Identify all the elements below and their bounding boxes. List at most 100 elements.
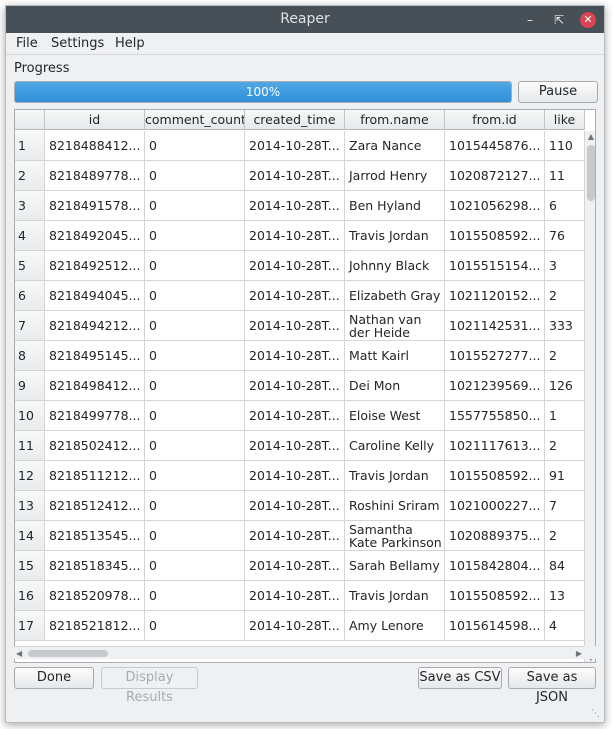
done-button[interactable]: Done [14, 667, 94, 689]
resize-grip-icon[interactable]: ⋱ [591, 709, 600, 719]
table-row[interactable]: 14 8218513545... 0 2014-10-28T... Samantha K… [15, 521, 585, 551]
table-cell: 1021142531... [445, 311, 545, 341]
row-number[interactable]: 4 [15, 221, 45, 251]
table-cell: 0 [145, 131, 245, 161]
table-cell: 333 [545, 311, 585, 341]
row-number[interactable]: 2 [15, 161, 45, 191]
minimize-icon[interactable]: – [522, 12, 538, 28]
table-row[interactable]: 10 8218499778... 0 2014-10-28T... Eloise Wes… [15, 401, 585, 431]
table-cell: Travis Jordan [345, 461, 445, 491]
row-number[interactable]: 5 [15, 251, 45, 281]
vertical-scrollbar[interactable]: ▲ ▼ [584, 131, 595, 662]
table-row[interactable]: 3 8218491578... 0 2014-10-28T... Ben Hyland 1… [15, 191, 585, 221]
menu-settings[interactable]: Settings [51, 36, 104, 51]
table-row[interactable]: 7 8218494212... 0 2014-10-28T... Nathan van … [15, 311, 585, 341]
table-cell: 11 [545, 161, 585, 191]
table-row[interactable]: 2 8218489778... 0 2014-10-28T... Jarrod Henr… [15, 161, 585, 191]
table-cell: 0 [145, 191, 245, 221]
restore-icon[interactable]: ⇱ [551, 12, 567, 28]
vertical-scroll-thumb[interactable] [587, 145, 595, 201]
table-row[interactable]: 16 8218520978... 0 2014-10-28T... Travis Jor… [15, 581, 585, 611]
scroll-right-icon[interactable]: ▶ [576, 647, 582, 660]
table-row[interactable]: 11 8218502412... 0 2014-10-28T... Caroline K… [15, 431, 585, 461]
table-cell: 2014-10-28T... [245, 491, 345, 521]
horizontal-scroll-thumb[interactable] [28, 650, 108, 657]
table-cell: 1015527277... [445, 341, 545, 371]
table-cell: 0 [145, 281, 245, 311]
table-cell: 8218520978... [45, 581, 145, 611]
results-table[interactable]: id comment_count created_time from.name from… [14, 109, 596, 663]
column-header[interactable]: comment_count [145, 110, 245, 130]
table-row[interactable]: 6 8218494045... 0 2014-10-28T... Elizabeth G… [15, 281, 585, 311]
table-cell: 8218491578... [45, 191, 145, 221]
table-cell: 84 [545, 551, 585, 581]
row-number[interactable]: 11 [15, 431, 45, 461]
row-number[interactable]: 13 [15, 491, 45, 521]
table-cell: 1021000227... [445, 491, 545, 521]
table-cell: 2014-10-28T... [245, 581, 345, 611]
row-number[interactable]: 9 [15, 371, 45, 401]
table-row[interactable]: 15 8218518345... 0 2014-10-28T... Sarah Bell… [15, 551, 585, 581]
row-number[interactable]: 1 [15, 131, 45, 161]
table-cell: 0 [145, 161, 245, 191]
table-row[interactable]: 1 8218488412... 0 2014-10-28T... Zara Nance 1… [15, 131, 585, 161]
table-cell: 8218492512... [45, 251, 145, 281]
table-cell: Nathan van der Heide [345, 311, 445, 341]
column-header[interactable]: from.id [445, 110, 545, 130]
row-number[interactable]: 8 [15, 341, 45, 371]
header-corner [15, 110, 45, 130]
row-number[interactable]: 15 [15, 551, 45, 581]
table-cell: 0 [145, 401, 245, 431]
table-cell: Travis Jordan [345, 581, 445, 611]
table-cell: 8218512412... [45, 491, 145, 521]
table-row[interactable]: 13 8218512412... 0 2014-10-28T... Roshini Sr… [15, 491, 585, 521]
table-cell: 0 [145, 551, 245, 581]
column-header[interactable]: from.name [345, 110, 445, 130]
column-header[interactable]: like [545, 110, 585, 130]
pause-button[interactable]: Pause [518, 81, 598, 103]
table-cell: 8218502412... [45, 431, 145, 461]
table-cell: 2 [545, 341, 585, 371]
table-cell: 2014-10-28T... [245, 401, 345, 431]
row-number[interactable]: 10 [15, 401, 45, 431]
display-results-button[interactable]: Display Results [101, 667, 198, 705]
close-icon[interactable]: ✕ [580, 12, 596, 28]
table-cell: Caroline Kelly [345, 431, 445, 461]
table-cell: 2014-10-28T... [245, 221, 345, 251]
table-row[interactable]: 8 8218495145... 0 2014-10-28T... Matt Kairl 1… [15, 341, 585, 371]
row-number[interactable]: 12 [15, 461, 45, 491]
table-cell: 1015614598... [445, 611, 545, 641]
table-cell: 13 [545, 581, 585, 611]
table-cell: Johnny Black [345, 251, 445, 281]
table-cell: 1020889375... [445, 521, 545, 551]
table-cell: 2014-10-28T... [245, 371, 345, 401]
table-cell: 0 [145, 221, 245, 251]
row-number[interactable]: 16 [15, 581, 45, 611]
table-row[interactable]: 5 8218492512... 0 2014-10-28T... Johnny Blac… [15, 251, 585, 281]
table-cell: Dei Mon [345, 371, 445, 401]
row-number[interactable]: 7 [15, 311, 45, 341]
menu-file[interactable]: File [16, 36, 38, 51]
menu-help[interactable]: Help [115, 36, 145, 51]
column-header[interactable]: created_time [245, 110, 345, 130]
table-cell: Sarah Bellamy [345, 551, 445, 581]
table-row[interactable]: 4 8218492045... 0 2014-10-28T... Travis Jord… [15, 221, 585, 251]
save-csv-button[interactable]: Save as CSV [418, 667, 502, 689]
row-number[interactable]: 17 [15, 611, 45, 641]
row-number[interactable]: 14 [15, 521, 45, 551]
table-row[interactable]: 17 8218521812... 0 2014-10-28T... Amy Lenore… [15, 611, 585, 641]
table-cell: 8218499778... [45, 401, 145, 431]
table-row[interactable]: 12 8218511212... 0 2014-10-28T... Travis Jor… [15, 461, 585, 491]
column-header[interactable]: id [45, 110, 145, 130]
title-bar[interactable]: Reaper – ⇱ ✕ [6, 6, 604, 33]
table-row[interactable]: 9 8218498412... 0 2014-10-28T... Dei Mon 1021… [15, 371, 585, 401]
row-number[interactable]: 6 [15, 281, 45, 311]
scroll-left-icon[interactable]: ◀ [16, 647, 22, 660]
save-json-button[interactable]: Save as JSON [508, 667, 596, 705]
scroll-up-icon[interactable]: ▲ [585, 132, 595, 141]
table-cell: 91 [545, 461, 585, 491]
table-cell: 0 [145, 611, 245, 641]
horizontal-scrollbar[interactable]: ◀ ▶ [14, 646, 584, 659]
table-cell: Jarrod Henry [345, 161, 445, 191]
row-number[interactable]: 3 [15, 191, 45, 221]
